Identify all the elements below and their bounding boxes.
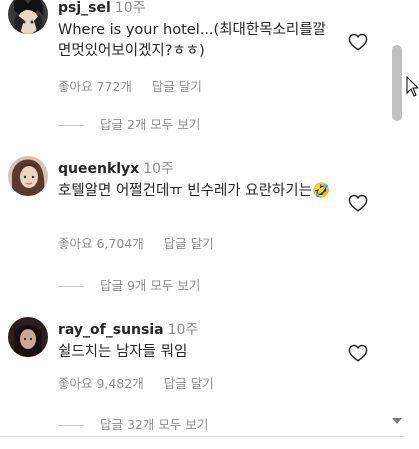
- comment-text: Where is your hotel...(최대한목소리를깔면멋있어보이겠지?…: [58, 22, 326, 59]
- reply-button[interactable]: 답글 달기: [152, 79, 202, 94]
- view-replies-button[interactable]: 답글 32개 모두 보기: [58, 417, 208, 433]
- comment-time[interactable]: 10주: [143, 161, 174, 177]
- comment-time[interactable]: 10주: [168, 322, 199, 338]
- comment-username[interactable]: queenklyx: [58, 161, 139, 177]
- divider-line: [58, 424, 84, 426]
- avatar[interactable]: [8, 156, 48, 196]
- view-replies-button[interactable]: 답글 9개 모두 보기: [58, 278, 200, 294]
- view-replies-label: 답글 2개 모두 보기: [100, 117, 201, 132]
- mouse-pointer-icon: [406, 75, 419, 98]
- like-count[interactable]: 좋아요 6,704개: [58, 236, 144, 251]
- divider-line: [58, 124, 84, 126]
- comment-username[interactable]: psj_sel: [58, 0, 111, 16]
- heart-outline-icon[interactable]: [348, 344, 368, 362]
- reply-button[interactable]: 답글 달기: [164, 376, 214, 391]
- comment-text: 쉴드치는 남자들 뭐임: [58, 344, 188, 360]
- like-count[interactable]: 좋아요 772개: [58, 79, 132, 94]
- view-replies-label: 답글 32개 모두 보기: [100, 417, 209, 432]
- avatar[interactable]: [8, 0, 48, 34]
- scroll-down-arrow-icon[interactable]: [392, 418, 402, 424]
- comment-username[interactable]: ray_of_sunsia: [58, 322, 164, 338]
- avatar[interactable]: [8, 317, 48, 357]
- heart-outline-icon[interactable]: [348, 33, 368, 51]
- scrollbar-thumb[interactable]: [392, 45, 402, 121]
- view-replies-button[interactable]: 답글 2개 모두 보기: [58, 117, 200, 133]
- divider-line: [58, 285, 84, 287]
- heart-outline-icon[interactable]: [348, 194, 368, 212]
- bottom-divider: [0, 436, 404, 437]
- comment-time[interactable]: 10주: [115, 0, 146, 16]
- like-count[interactable]: 좋아요 9,482개: [58, 376, 144, 391]
- reply-button[interactable]: 답글 달기: [164, 236, 214, 251]
- comments-panel: psj_sel 10주 Where is your hotel...(최대한목소리…: [0, 0, 419, 449]
- comment-text: 호텔알면 어쩔건데ㅠ 빈수레가 요란하기는🤣: [58, 183, 330, 199]
- view-replies-label: 답글 9개 모두 보기: [100, 278, 201, 293]
